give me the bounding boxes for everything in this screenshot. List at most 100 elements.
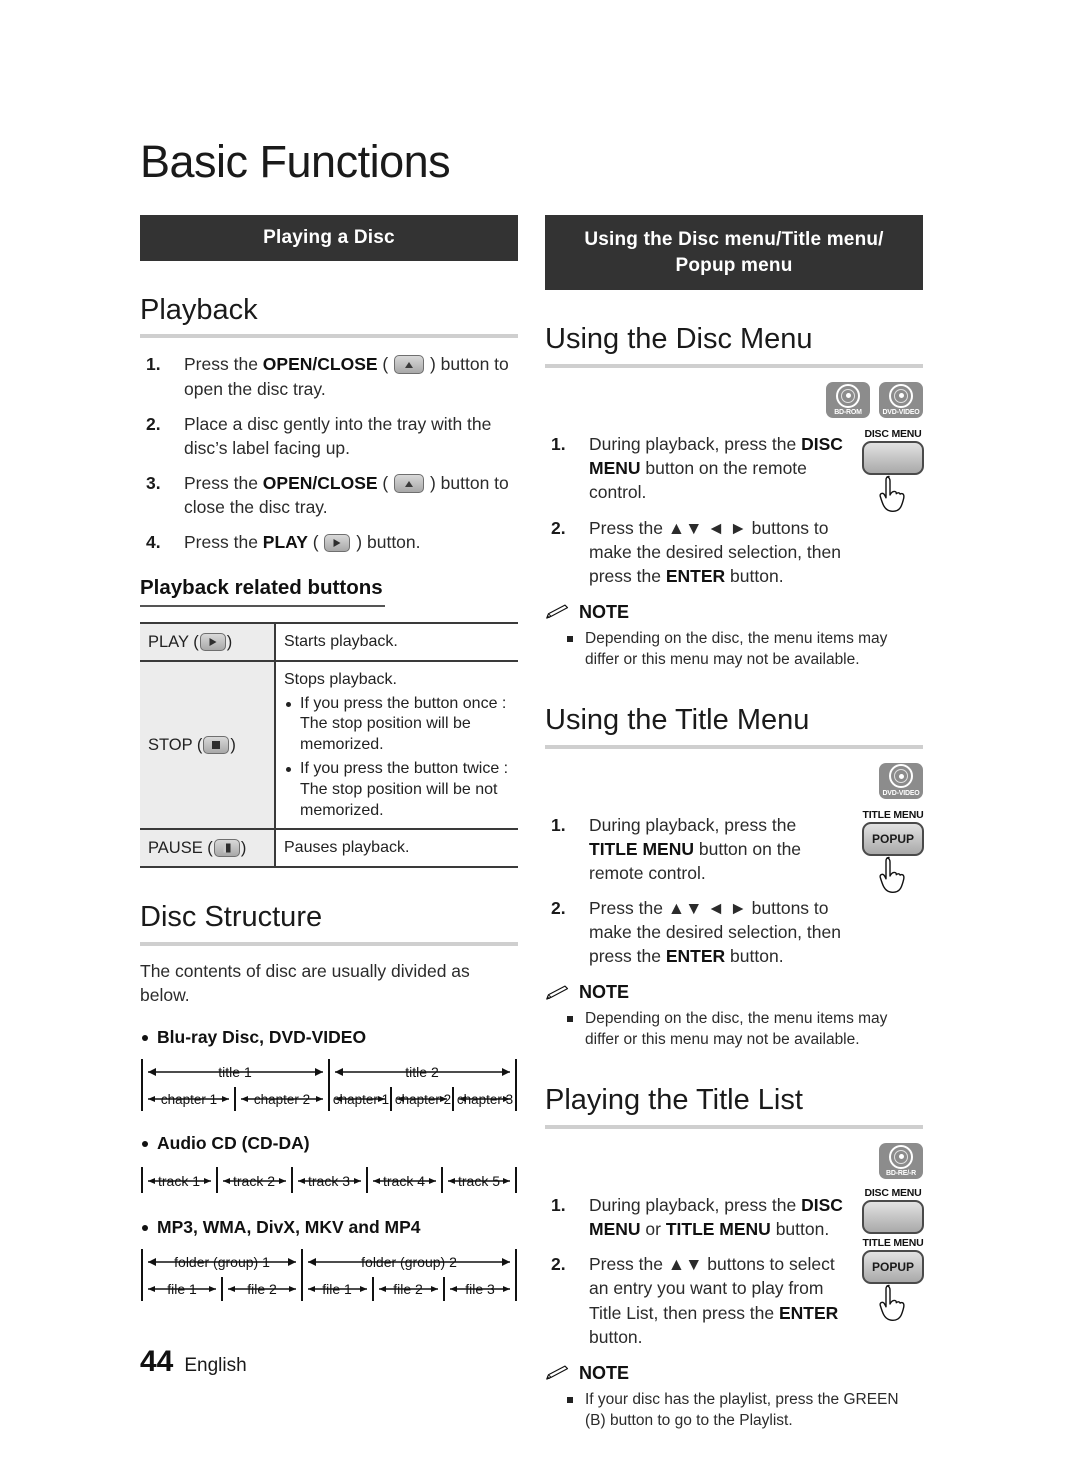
title-list-remote-keys: DISC MENU TITLE MENU POPUP <box>857 1187 929 1330</box>
disc-menu-remote-key[interactable] <box>862 1200 924 1235</box>
eject-key-icon <box>394 474 425 493</box>
title-menu-popup-remote-key[interactable]: POPUP <box>862 1250 924 1285</box>
diagram-label: folder (group) 2 <box>361 1254 457 1270</box>
disc-icon <box>889 383 913 408</box>
left-section-banner: Playing a Disc <box>140 215 518 261</box>
note-label: NOTE <box>579 601 630 622</box>
step-text: button. <box>725 565 784 586</box>
using-disc-menu-section: Using the Disc Menu BD-ROM DVD-VIDEO DIS… <box>545 322 924 671</box>
playback-heading: Playback <box>140 293 258 326</box>
step-text: During playback, press the <box>589 814 797 835</box>
steps-wrap: DISC MENU TITLE MENU POPUP 1. During pla… <box>545 1187 924 1349</box>
note-heading: NOTE <box>545 602 923 623</box>
list-item: If you press the button twice : The stop… <box>284 759 510 821</box>
play-key-icon <box>199 632 226 651</box>
diagram-label: chapter 1 <box>333 1092 389 1107</box>
list-item: 3. Press the OPEN/CLOSE ( ) button to cl… <box>140 471 518 519</box>
list-item: Depending on the disc, the menu items ma… <box>567 629 923 671</box>
list-item: 2. Press the ▲▼ buttons to select an ent… <box>545 1252 845 1349</box>
step-text: button. <box>770 1219 830 1240</box>
step-number: 1. <box>551 1195 566 1216</box>
step-number: 1. <box>551 814 566 835</box>
heading-rule <box>545 1125 923 1130</box>
diagram-label: folder (group) 1 <box>174 1254 270 1270</box>
remote-key-label: TITLE MENU <box>862 1237 924 1250</box>
step-text: button. <box>589 1326 643 1347</box>
disc-structure-section: Disc Structure The contents of disc are … <box>140 900 518 1303</box>
note-label: NOTE <box>579 1362 630 1383</box>
step-number: 2. <box>146 413 161 434</box>
disc-menu-steps: 1. During playback, press the DISC MENU … <box>545 432 845 588</box>
step-number: 1. <box>551 434 566 455</box>
step-text-bold: TITLE MENU <box>589 838 694 859</box>
disc-badges: DVD-VIDEO <box>545 762 923 799</box>
step-text: During playback, press the <box>589 1195 802 1216</box>
diagram-label: track 2 <box>233 1173 275 1189</box>
pencil-icon <box>546 985 569 1000</box>
step-text: or <box>640 1219 666 1240</box>
dvd-video-badge: DVD-VIDEO <box>879 382 923 419</box>
bluray-structure-diagram: title 1 title 2 chapter 1 chapter 2 chap… <box>140 1057 518 1113</box>
pointing-hand-icon <box>879 475 905 513</box>
step-text-bold: TITLE MENU <box>665 1219 771 1240</box>
diagram-label: chapter 1 <box>161 1092 217 1107</box>
diagram-label: chapter 3 <box>457 1092 513 1107</box>
section-heading: Playing the Title List <box>545 1084 803 1117</box>
heading-rule <box>140 941 518 946</box>
step-text-bold: ENTER <box>665 946 726 967</box>
remote-key-label: DISC MENU <box>864 428 922 441</box>
badge-label: DVD-VIDEO <box>882 409 920 417</box>
note-block: NOTE Depending on the disc, the menu ite… <box>545 602 923 671</box>
manual-page: Basic Functions Playing a Disc Playback … <box>0 0 1080 1477</box>
list-item: 2. Place a disc gently into the tray wit… <box>140 412 518 460</box>
remote-key-label: TITLE MENU <box>862 808 924 821</box>
title-menu-steps: 1. During playback, press the TITLE MENU… <box>545 813 845 969</box>
bd-rom-badge: BD-ROM <box>826 382 870 419</box>
table-cell-desc: Starts playback. <box>275 622 518 663</box>
diagram-label: file 2 <box>247 1281 277 1297</box>
diagram-label: file 2 <box>393 1281 423 1297</box>
title-menu-popup-remote-key[interactable]: TITLE MENU POPUP <box>857 809 929 902</box>
heading-rule <box>140 605 385 608</box>
table-cell-key: PAUSE () <box>140 829 276 868</box>
step-text-mid: ( <box>377 473 394 493</box>
remote-key-label: DISC MENU <box>864 1187 922 1200</box>
diagram-label: chapter 2 <box>395 1092 451 1107</box>
pencil-icon <box>546 604 569 620</box>
desc-text: Starts playback. <box>284 633 398 651</box>
disc-structure-lead: The contents of disc are usually divided… <box>140 960 470 1005</box>
playing-title-list-section: Playing the Title List BD-RE/-R DISC MEN… <box>545 1083 924 1432</box>
list-item: 4. Press the PLAY ( ) button. <box>140 530 518 554</box>
diagram-label: title 2 <box>405 1064 439 1080</box>
playback-section: Playback 1. Press the OPEN/CLOSE ( ) but… <box>140 293 518 868</box>
key-name: PAUSE <box>148 838 203 857</box>
note-heading: NOTE <box>545 982 923 1003</box>
step-text-bold: PLAY <box>262 532 308 553</box>
step-number: 2. <box>551 897 566 918</box>
note-block: NOTE Depending on the disc, the menu ite… <box>545 982 923 1051</box>
remote-key-button[interactable]: POPUP <box>862 821 924 856</box>
note-label: NOTE <box>579 982 630 1003</box>
diagram-label: track 3 <box>308 1173 350 1189</box>
list-item: If your disc has the playlist, press the… <box>567 1390 923 1432</box>
step-text: button. <box>725 946 784 967</box>
list-item: 1. During playback, press the DISC MENU … <box>545 1193 845 1241</box>
table-cell-desc: Stops playback. If you press the button … <box>275 661 518 831</box>
badge-label: DVD-VIDEO <box>882 789 920 797</box>
disc-icon <box>836 383 860 408</box>
section-heading: Using the Title Menu <box>545 703 810 736</box>
disc-menu-remote-key[interactable]: DISC MENU <box>857 428 929 521</box>
page-number: 44 <box>140 1345 174 1378</box>
step-text-mid: ( <box>307 532 324 553</box>
table-row: STOP () Stops playback. If you press the… <box>140 661 518 831</box>
pointing-hand-icon <box>879 856 905 893</box>
diagram-label: file 1 <box>167 1281 197 1297</box>
step-number: 1. <box>146 354 161 375</box>
step-text-bold: OPEN/CLOSE <box>262 354 378 375</box>
step-text-pre: Press the <box>184 473 263 493</box>
badge-label: BD-RE/-R <box>886 1170 916 1178</box>
group-label: Blu-ray Disc, DVD-VIDEO <box>140 1027 518 1048</box>
playback-buttons-table: PLAY () Starts playback. STOP () Stops p… <box>140 622 518 868</box>
list-item: Depending on the disc, the menu items ma… <box>567 1009 923 1051</box>
remote-key-button[interactable] <box>862 441 924 476</box>
